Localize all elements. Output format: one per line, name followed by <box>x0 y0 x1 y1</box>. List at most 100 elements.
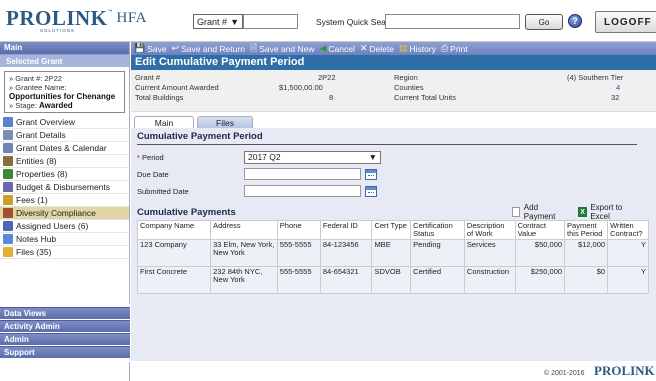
selected-grant-summary: » Grant #: 2P22 » Grantee Name: Opportun… <box>4 71 125 113</box>
add-payment-button[interactable]: Add Payment <box>512 203 570 221</box>
go-button[interactable]: Go <box>525 14 563 30</box>
table-cell: 33 Elm, New York, New York <box>210 239 278 267</box>
table-row[interactable]: First Concrete 232 84th NYC, New York 555-… <box>136 266 649 294</box>
due-date-input[interactable] <box>244 168 361 180</box>
payments-header: Cumulative Payments Add Payment X Export … <box>137 203 650 221</box>
sidebar-item[interactable]: Diversity Compliance <box>0 207 129 220</box>
column-header[interactable]: Payment this Period <box>564 220 609 240</box>
export-excel-button[interactable]: X Export to Excel <box>577 203 642 221</box>
table-cell: 123 Company <box>136 239 212 267</box>
column-header[interactable]: Federal ID <box>319 220 373 240</box>
calendar-icon[interactable] <box>365 185 377 197</box>
grant-number: » Grant #: 2P22 <box>9 74 62 83</box>
grant-search-input[interactable] <box>243 14 298 29</box>
document-icon <box>512 207 520 217</box>
period-select[interactable]: 2017 Q2 ▼ <box>244 150 381 164</box>
sidebar-item-label: Grant Dates & Calendar <box>16 143 107 153</box>
sidebar-item[interactable]: Grant Dates & Calendar <box>0 142 129 155</box>
submitted-date-label: Submitted Date <box>137 186 189 196</box>
sidebar-section-header[interactable]: Activity Admin <box>0 320 130 332</box>
sidebar-item[interactable]: Budget & Disbursements <box>0 181 129 194</box>
tab-files[interactable]: Files <box>197 116 253 128</box>
sidebar-section-header[interactable]: Data Views <box>0 307 130 319</box>
counties-label: Counties <box>394 83 424 92</box>
history-button[interactable]: ▤ History <box>399 43 436 54</box>
sidebar-nav: Grant Overview Grant Details Grant Dates &… <box>0 116 129 259</box>
grant-value: 2P22 <box>318 73 336 82</box>
buildings-label: Total Buildings <box>135 93 184 102</box>
delete-button[interactable]: ✕ Delete <box>360 43 394 54</box>
add-payment-label: Add Payment <box>523 203 556 221</box>
save-button[interactable]: 💾 Save <box>134 43 167 54</box>
sidebar-item[interactable]: Grant Overview <box>0 116 129 129</box>
nav-icon <box>3 156 13 166</box>
save-return-button[interactable]: ↩ Save and Return <box>172 43 245 54</box>
column-header[interactable]: Company Name <box>136 220 212 240</box>
calendar-icon[interactable] <box>365 168 377 180</box>
save-new-label: Save and New <box>259 43 315 54</box>
copyright-text: © 2001-2016 <box>544 370 585 377</box>
action-toolbar: 💾 Save ↩ Save and Return 🗎 Save and New ◀ Ca… <box>131 42 656 55</box>
sidebar-item-label: Assigned Users (6) <box>16 221 89 231</box>
sidebar-item-label: Grant Overview <box>16 117 76 127</box>
sidebar-item[interactable]: Files (35) <box>0 246 129 259</box>
logo-tm: ™ <box>107 9 113 15</box>
table-cell: Construction <box>463 266 516 294</box>
sidebar-selected-grant-header[interactable]: Selected Grant <box>0 54 129 67</box>
table-body: 123 Company 33 Elm, New York, New York 555… <box>136 239 649 294</box>
submitted-date-input[interactable] <box>244 185 361 197</box>
grantee-label: » Grantee Name: <box>9 83 67 92</box>
column-header[interactable]: Contract Value <box>514 220 566 240</box>
column-header[interactable]: Phone <box>276 220 321 240</box>
table-row[interactable]: 123 Company 33 Elm, New York, New York 555… <box>136 239 649 267</box>
stage-label: » Stage: <box>9 101 40 110</box>
due-date-label: Due Date <box>137 169 169 179</box>
column-header[interactable]: Cert Type <box>371 220 412 240</box>
logo-suffix: HFA <box>116 10 147 26</box>
save-return-label: Save and Return <box>181 43 245 54</box>
sidebar-item[interactable]: Entities (8) <box>0 155 129 168</box>
due-date-row: Due Date <box>137 166 650 182</box>
table-cell: Pending <box>410 239 465 267</box>
period-section-title: Cumulative Payment Period <box>137 131 637 145</box>
nav-icon <box>3 130 13 140</box>
sidebar-main-header[interactable]: Main <box>0 42 129 54</box>
sidebar-item-label: Entities (8) <box>16 156 57 166</box>
logoff-button[interactable]: LOGOFF <box>595 11 656 33</box>
quick-search-input[interactable] <box>385 14 520 29</box>
column-header[interactable]: Description of Work <box>463 220 516 240</box>
table-cell: Y <box>607 239 649 267</box>
sidebar-item[interactable]: Grant Details <box>0 129 129 142</box>
nav-icon <box>3 247 13 257</box>
print-button[interactable]: ⎙ Print <box>441 43 468 54</box>
main-content: 💾 Save ↩ Save and Return 🗎 Save and New ◀ Ca… <box>131 42 656 381</box>
sidebar-item[interactable]: Fees (1) <box>0 194 129 207</box>
table-cell: $0 <box>564 266 609 294</box>
table-cell: 555-5555 <box>276 239 321 267</box>
sidebar-item[interactable]: Properties (8) <box>0 168 129 181</box>
back-arrow-icon: ◀ <box>319 43 327 53</box>
page-title: Edit Cumulative Payment Period <box>131 55 656 70</box>
help-icon[interactable]: ? <box>568 14 582 28</box>
cancel-button[interactable]: ◀ Cancel <box>319 43 354 54</box>
sidebar-item-label: Diversity Compliance <box>16 208 96 218</box>
column-header[interactable]: Written Contract? <box>607 220 649 240</box>
folder-icon: ▤ <box>399 43 408 53</box>
nav-icon <box>3 234 13 244</box>
sidebar-section-header[interactable]: Admin <box>0 333 130 345</box>
sidebar-item[interactable]: Notes Hub <box>0 233 129 246</box>
column-header[interactable]: Address <box>210 220 278 240</box>
nav-icon <box>3 221 13 231</box>
column-header[interactable]: Certification Status <box>410 220 465 240</box>
search-type-select[interactable]: Grant # ▼ <box>193 14 243 29</box>
top-bar: PRO LINK ™ HFA SOLUTIONS Grant # ▼ System … <box>0 0 656 42</box>
sidebar-item[interactable]: Assigned Users (6) <box>0 220 129 233</box>
save-new-button[interactable]: 🗎 Save and New <box>250 41 315 57</box>
counties-value[interactable]: 4 <box>616 83 620 92</box>
table-cell: 84-654321 <box>319 266 373 294</box>
payments-title: Cumulative Payments <box>137 206 236 218</box>
payments-table: Company Name Address Phone Federal ID Cert T… <box>136 220 649 294</box>
table-cell: $250,000 <box>514 266 566 294</box>
sidebar-section-header[interactable]: Support <box>0 346 130 358</box>
tab-main[interactable]: Main <box>134 116 194 128</box>
